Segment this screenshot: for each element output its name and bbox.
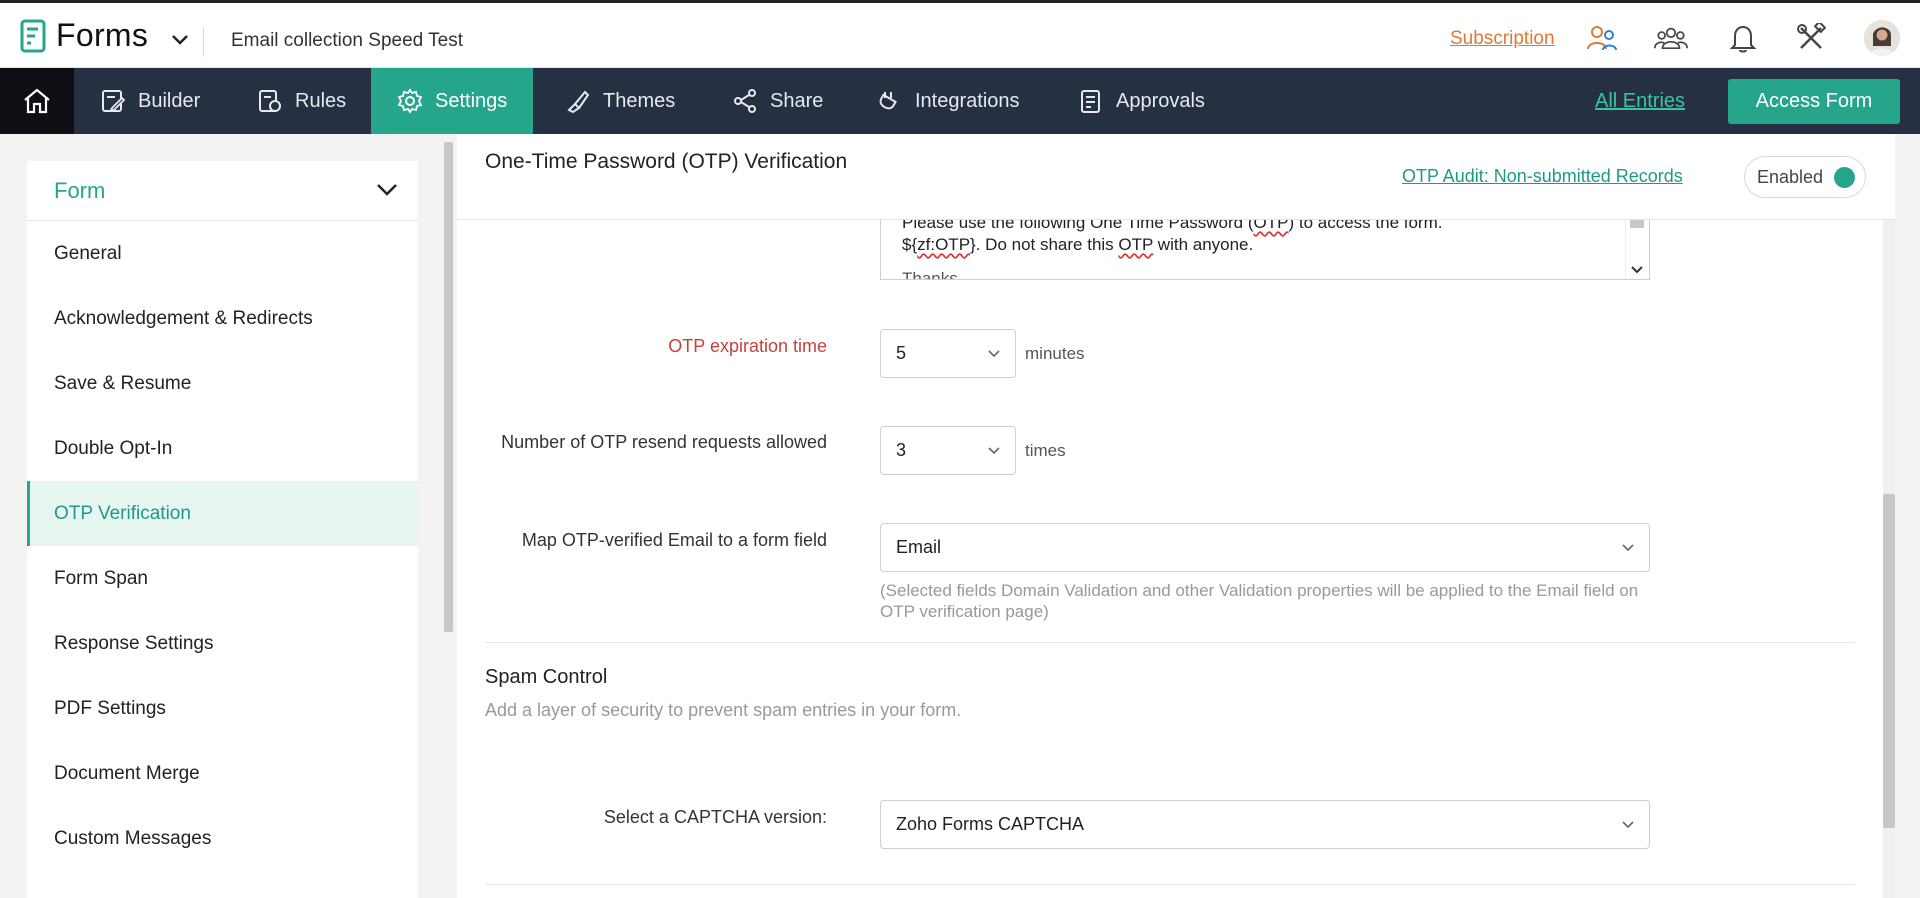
chevron-down-icon (988, 447, 1000, 455)
forms-logo-icon (20, 19, 46, 52)
resend-requests-unit: times (1025, 441, 1066, 460)
captcha-select[interactable]: Zoho Forms CAPTCHA (880, 800, 1650, 849)
sidebar-item-otp-verification[interactable]: OTP Verification (27, 481, 418, 546)
sidebar-header-label: Form (54, 177, 106, 203)
sidebar-section-form[interactable]: Form (27, 161, 418, 221)
message-line-2: ${zf:OTP}. Do not share this OTP with an… (902, 235, 1254, 254)
nav-builder[interactable]: Builder (74, 68, 226, 134)
gear-icon (397, 88, 423, 114)
otp-expiration-unit: minutes (1025, 344, 1085, 363)
sidebar-item-save-resume[interactable]: Save & Resume (27, 351, 418, 416)
otp-settings-panel: Please use the following One Time Passwo… (457, 134, 1895, 898)
divider (203, 27, 204, 57)
tools-icon[interactable] (1794, 21, 1828, 55)
share-icon (734, 89, 756, 113)
sidebar-item-acknowledgement[interactable]: Acknowledgement & Redirects (27, 286, 418, 351)
nav-share-label: Share (770, 89, 824, 112)
panel-header: One-Time Password (OTP) Verification OTP… (457, 134, 1895, 220)
otp-enabled-toggle[interactable]: Enabled (1744, 156, 1866, 198)
map-email-label: Map OTP-verified Email to a form field (521, 530, 827, 550)
subscription-link[interactable]: Subscription (1450, 28, 1555, 50)
nav-rules-label: Rules (295, 89, 347, 112)
approvals-icon (1081, 90, 1100, 113)
chevron-down-icon (1622, 821, 1634, 829)
switch-user-icon[interactable] (1585, 21, 1619, 55)
access-form-button[interactable]: Access Form (1728, 79, 1900, 124)
nav-themes[interactable]: Themes (539, 68, 701, 134)
captcha-value: Zoho Forms CAPTCHA (896, 814, 1085, 834)
map-email-value: Email (896, 537, 942, 557)
nav-rules[interactable]: Rules (231, 68, 372, 134)
toggle-label: Enabled (1757, 166, 1824, 187)
nav-builder-label: Builder (138, 89, 201, 112)
bell-icon[interactable] (1726, 21, 1760, 55)
sidebar-item-general[interactable]: General (27, 221, 418, 286)
nav-settings[interactable]: Settings (371, 68, 534, 134)
map-email-helper: (Selected fields Domain Validation and o… (880, 581, 1639, 621)
top-bar: Forms Email collection Speed Test Subscr… (0, 0, 1920, 68)
home-icon (24, 88, 50, 114)
chevron-down-icon[interactable] (1630, 265, 1644, 275)
captcha-label: Select a CAPTCHA version: (603, 807, 827, 827)
app-name: Forms (56, 17, 149, 53)
otp-audit-link[interactable]: OTP Audit: Non-submitted Records (1402, 166, 1683, 187)
main-scrollbar-thumb[interactable] (1883, 494, 1895, 828)
section-divider (485, 642, 1855, 643)
spam-control-description: Add a layer of security to prevent spam … (485, 700, 962, 720)
builder-icon (102, 90, 126, 112)
rules-icon (259, 90, 281, 112)
nav-themes-label: Themes (603, 89, 676, 112)
message-line-3: Thanks (902, 269, 958, 280)
map-email-select[interactable]: Email (880, 523, 1650, 572)
toggle-knob (1834, 167, 1855, 188)
users-icon[interactable] (1654, 21, 1688, 55)
nav-integrations-label: Integrations (915, 89, 1020, 112)
nav-share[interactable]: Share (706, 68, 849, 134)
otp-expiration-select[interactable]: 5 (880, 329, 1016, 378)
brush-icon (567, 90, 590, 114)
resend-requests-value: 3 (896, 440, 907, 460)
sidebar-item-pdf-settings[interactable]: PDF Settings (27, 676, 418, 741)
plug-icon (879, 92, 897, 110)
otp-message-textarea[interactable]: Please use the following One Time Passwo… (880, 214, 1650, 280)
section-divider (485, 884, 1855, 885)
nav-approvals-label: Approvals (1116, 89, 1205, 112)
nav-integrations[interactable]: Integrations (851, 68, 1046, 134)
chevron-down-icon (988, 350, 1000, 358)
resend-requests-label: Number of OTP resend requests allowed (501, 432, 827, 452)
chevron-down-icon[interactable] (170, 33, 190, 47)
sidebar-item-document-merge[interactable]: Document Merge (27, 741, 418, 806)
avatar[interactable] (1864, 20, 1900, 56)
resend-requests-select[interactable]: 3 (880, 426, 1016, 475)
nav-settings-label: Settings (435, 89, 508, 112)
panel-title: One-Time Password (OTP) Verification (485, 150, 848, 173)
nav-approvals[interactable]: Approvals (1052, 68, 1231, 134)
sidebar-item-double-opt-in[interactable]: Double Opt-In (27, 416, 418, 481)
sidebar-item-response-settings[interactable]: Response Settings (27, 611, 418, 676)
otp-expiration-label: OTP expiration time (668, 336, 827, 356)
chevron-down-icon (377, 184, 397, 196)
sidebar-item-form-span[interactable]: Form Span (27, 546, 418, 611)
otp-expiration-value: 5 (896, 343, 907, 363)
sidebar-item-custom-messages[interactable]: Custom Messages (27, 806, 418, 871)
brand[interactable]: Forms (20, 17, 148, 54)
form-title: Email collection Speed Test (231, 30, 463, 51)
textarea-scrollbar[interactable] (1625, 214, 1649, 279)
settings-sidebar: Form General Acknowledgement & Redirects… (27, 161, 418, 898)
home-button[interactable] (0, 68, 74, 134)
all-entries-link[interactable]: All Entries (1595, 90, 1685, 113)
spam-control-title: Spam Control (485, 666, 608, 688)
sidebar-scrollbar[interactable] (444, 142, 453, 632)
main-nav: Builder Rules Settings Themes Share Inte… (0, 68, 1920, 134)
chevron-down-icon (1622, 544, 1634, 552)
